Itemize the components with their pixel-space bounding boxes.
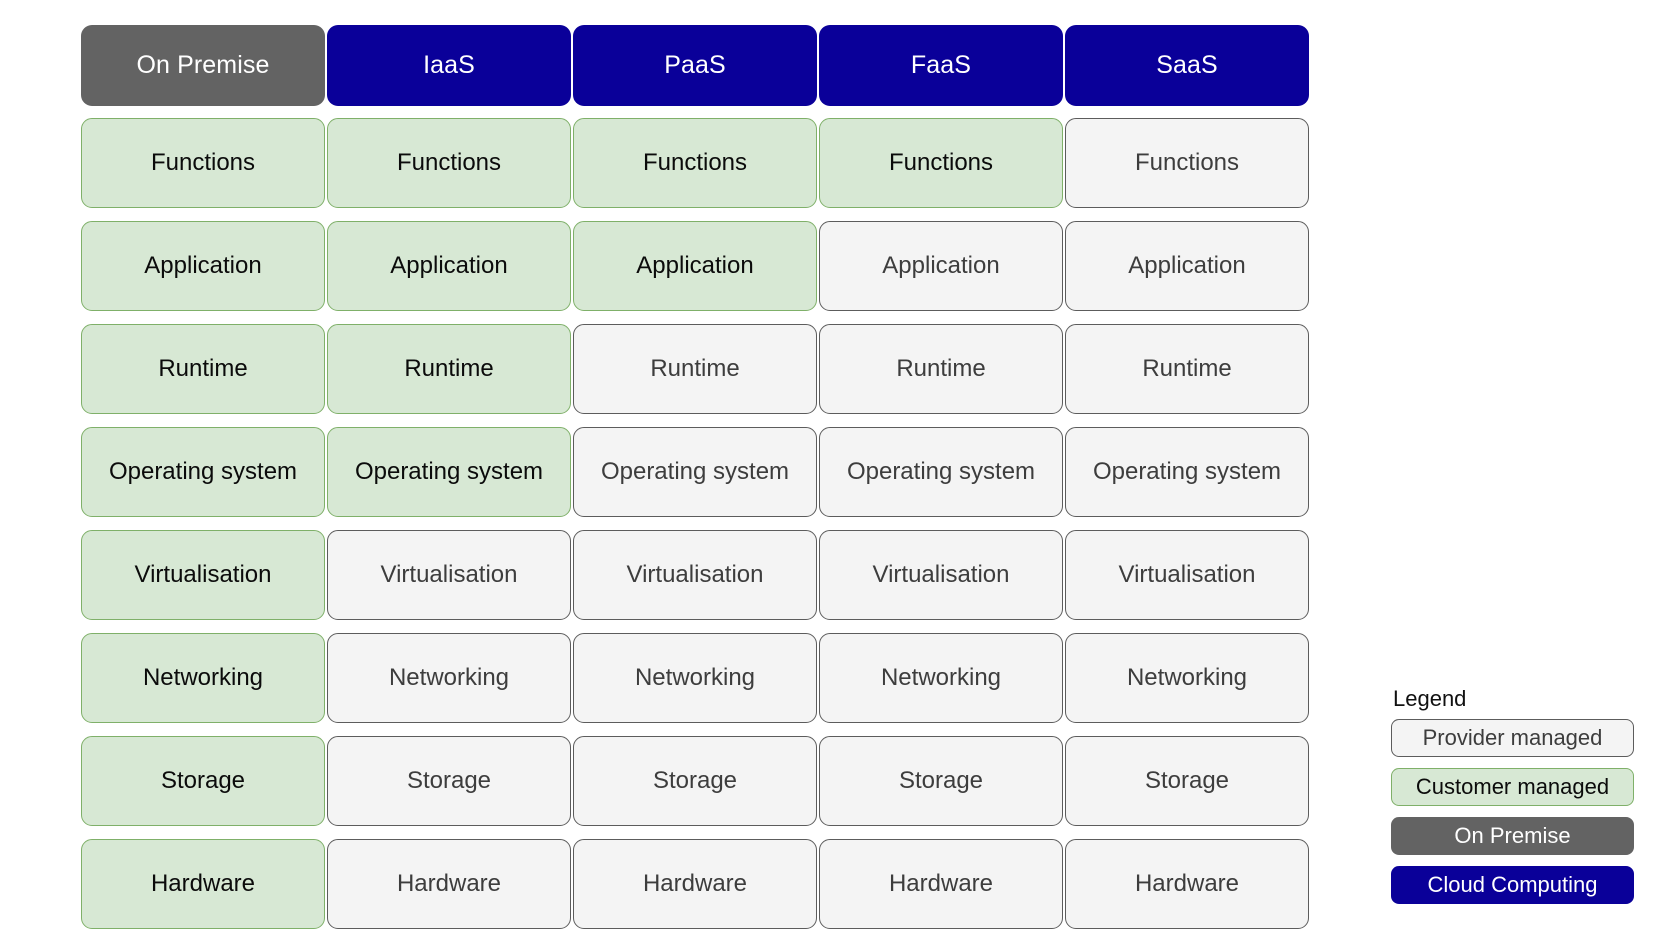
cell-iaas-storage[interactable]: Storage — [327, 736, 571, 826]
cell-on-premise-runtime[interactable]: Runtime — [81, 324, 325, 414]
cell-paas-runtime[interactable]: Runtime — [573, 324, 817, 414]
cell-on-premise-storage[interactable]: Storage — [81, 736, 325, 826]
cell-paas-operating-system[interactable]: Operating system — [573, 427, 817, 517]
cell-paas-functions[interactable]: Functions — [573, 118, 817, 208]
cell-on-premise-application[interactable]: Application — [81, 221, 325, 311]
column-header-paas[interactable]: PaaS — [573, 25, 817, 106]
cell-faas-application[interactable]: Application — [819, 221, 1063, 311]
legend-title: Legend — [1393, 686, 1467, 711]
cell-paas-networking[interactable]: Networking — [573, 633, 817, 723]
cell-saas-runtime[interactable]: Runtime — [1065, 324, 1309, 414]
cell-paas-storage[interactable]: Storage — [573, 736, 817, 826]
cell-iaas-hardware[interactable]: Hardware — [327, 839, 571, 929]
cell-faas-operating-system[interactable]: Operating system — [819, 427, 1063, 517]
cell-faas-hardware[interactable]: Hardware — [819, 839, 1063, 929]
legend-item-provider-managed: Provider managed — [1391, 719, 1634, 757]
cell-iaas-functions[interactable]: Functions — [327, 118, 571, 208]
cell-on-premise-operating-system[interactable]: Operating system — [81, 427, 325, 517]
legend-item-list: Provider managed Customer managed On Premi… — [1391, 719, 1641, 904]
column-header-on-premise[interactable]: On Premise — [81, 25, 325, 106]
cell-iaas-networking[interactable]: Networking — [327, 633, 571, 723]
cell-on-premise-networking[interactable]: Networking — [81, 633, 325, 723]
cell-iaas-virtualisation[interactable]: Virtualisation — [327, 530, 571, 620]
cell-on-premise-hardware[interactable]: Hardware — [81, 839, 325, 929]
cell-iaas-operating-system[interactable]: Operating system — [327, 427, 571, 517]
legend-item-on-premise: On Premise — [1391, 817, 1634, 855]
cell-saas-networking[interactable]: Networking — [1065, 633, 1309, 723]
cell-faas-networking[interactable]: Networking — [819, 633, 1063, 723]
legend-item-cloud-computing: Cloud Computing — [1391, 866, 1634, 904]
cell-paas-hardware[interactable]: Hardware — [573, 839, 817, 929]
cell-saas-hardware[interactable]: Hardware — [1065, 839, 1309, 929]
column-header-faas[interactable]: FaaS — [819, 25, 1063, 106]
cell-faas-functions[interactable]: Functions — [819, 118, 1063, 208]
legend-item-customer-managed: Customer managed — [1391, 768, 1634, 806]
cell-faas-virtualisation[interactable]: Virtualisation — [819, 530, 1063, 620]
cell-on-premise-virtualisation[interactable]: Virtualisation — [81, 530, 325, 620]
cell-saas-storage[interactable]: Storage — [1065, 736, 1309, 826]
cell-saas-functions[interactable]: Functions — [1065, 118, 1309, 208]
column-header-iaas[interactable]: IaaS — [327, 25, 571, 106]
cell-faas-storage[interactable]: Storage — [819, 736, 1063, 826]
cell-paas-application[interactable]: Application — [573, 221, 817, 311]
cell-saas-virtualisation[interactable]: Virtualisation — [1065, 530, 1309, 620]
cell-saas-operating-system[interactable]: Operating system — [1065, 427, 1309, 517]
column-header-saas[interactable]: SaaS — [1065, 25, 1309, 106]
cell-iaas-application[interactable]: Application — [327, 221, 571, 311]
cell-saas-application[interactable]: Application — [1065, 221, 1309, 311]
cell-paas-virtualisation[interactable]: Virtualisation — [573, 530, 817, 620]
cell-faas-runtime[interactable]: Runtime — [819, 324, 1063, 414]
legend: Legend Provider managed Customer managed O… — [1391, 688, 1641, 904]
cell-on-premise-functions[interactable]: Functions — [81, 118, 325, 208]
cell-iaas-runtime[interactable]: Runtime — [327, 324, 571, 414]
